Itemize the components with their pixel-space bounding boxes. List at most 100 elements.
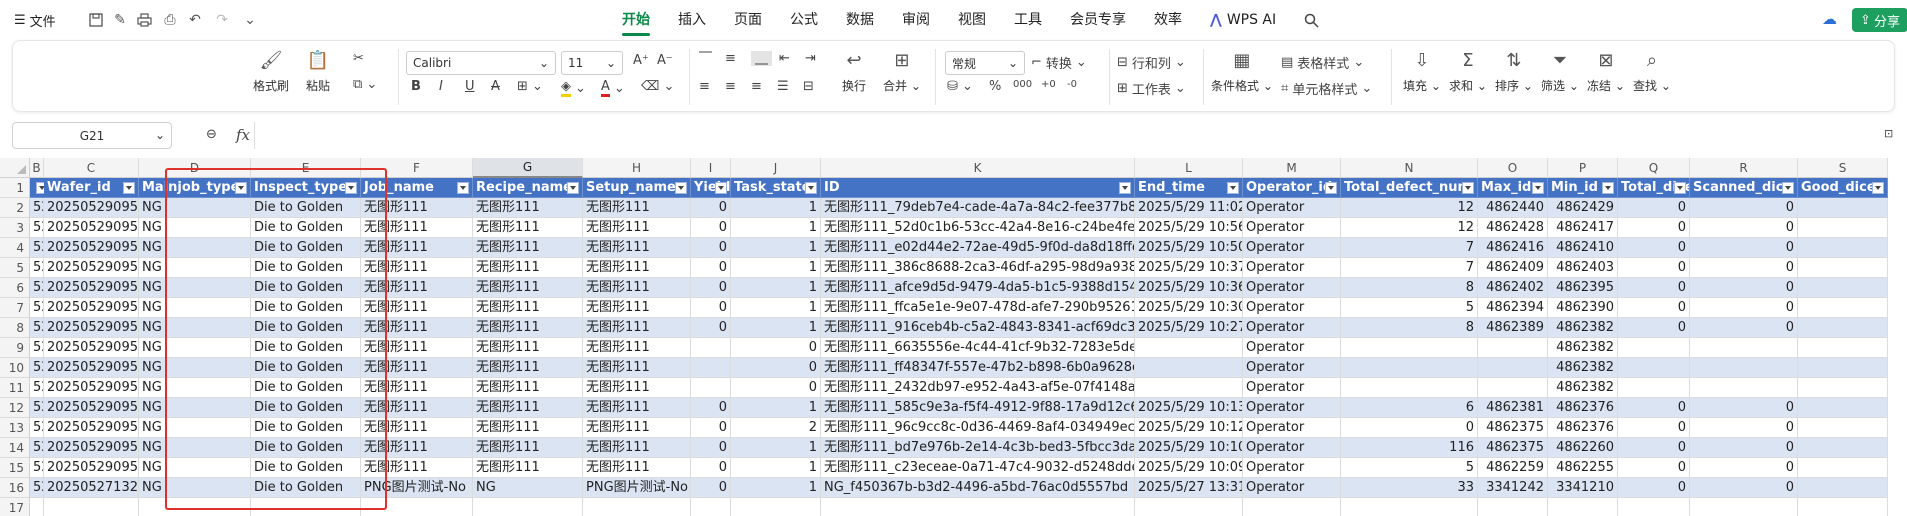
table-cell[interactable]: 529: [30, 418, 44, 438]
table-cell[interactable]: NG: [139, 238, 251, 258]
table-cell[interactable]: 202505290958_c1: [44, 218, 139, 238]
filter-dropdown-icon[interactable]: [1602, 182, 1614, 194]
table-cell[interactable]: 无图形111_afce9d5d-9479-4da5-b1c5-9388d1544…: [821, 278, 1135, 298]
table-cell[interactable]: 4862429: [1548, 198, 1618, 218]
table-cell[interactable]: 无图形111: [361, 198, 473, 218]
table-cell[interactable]: [1135, 378, 1243, 398]
table-cell[interactable]: 无图形111: [583, 418, 691, 438]
table-cell[interactable]: 无图形111: [473, 378, 583, 398]
table-cell[interactable]: [691, 358, 731, 378]
column-header-f[interactable]: F: [361, 158, 473, 178]
table-cell[interactable]: 529: [30, 358, 44, 378]
column-title-cell[interactable]: Task_state: [731, 178, 821, 198]
percent-icon[interactable]: %: [989, 79, 1001, 94]
column-header-j[interactable]: J: [731, 158, 821, 178]
table-cell[interactable]: [1478, 498, 1548, 516]
table-cell[interactable]: 无图形111: [473, 278, 583, 298]
column-title-cell[interactable]: Setup_name: [583, 178, 691, 198]
print-preview-icon[interactable]: ⎙: [160, 10, 180, 30]
column-title-cell[interactable]: Operator_id: [1243, 178, 1341, 198]
increase-font-icon[interactable]: A⁺: [633, 53, 649, 68]
tab-view[interactable]: 视图: [944, 0, 1000, 40]
column-header-e[interactable]: E: [251, 158, 361, 178]
indent-decrease-icon[interactable]: ⇤: [779, 51, 790, 66]
table-cell[interactable]: Operator: [1243, 238, 1341, 258]
table-cell[interactable]: Operator: [1243, 298, 1341, 318]
table-cell[interactable]: 2025/5/29 10:30: [1135, 298, 1243, 318]
table-cell[interactable]: 202505290958_c1: [44, 418, 139, 438]
table-cell[interactable]: 无图形111: [583, 378, 691, 398]
table-cell[interactable]: 527: [30, 478, 44, 498]
table-cell[interactable]: 无图形111: [361, 258, 473, 278]
undo-icon[interactable]: ↶: [185, 10, 205, 30]
table-cell[interactable]: PNG图片测试-No: [583, 478, 691, 498]
table-cell[interactable]: Operator: [1243, 458, 1341, 478]
redo-icon[interactable]: ↷: [212, 10, 232, 30]
table-cell[interactable]: 0: [1690, 478, 1798, 498]
decrease-font-icon[interactable]: A⁻: [657, 53, 673, 68]
table-cell[interactable]: [1341, 358, 1478, 378]
table-cell[interactable]: 7: [1341, 238, 1478, 258]
table-cell[interactable]: NG: [139, 478, 251, 498]
table-cell[interactable]: NG: [139, 318, 251, 338]
table-cell[interactable]: Operator: [1243, 398, 1341, 418]
table-cell[interactable]: 0: [731, 378, 821, 398]
table-cell[interactable]: 无图形111: [473, 238, 583, 258]
table-cell[interactable]: [1478, 378, 1548, 398]
table-cell[interactable]: [1618, 338, 1690, 358]
table-cell[interactable]: [1798, 398, 1888, 418]
table-cell[interactable]: 1: [731, 298, 821, 318]
filter-dropdown-icon[interactable]: [345, 182, 357, 194]
merge-button[interactable]: ⊞ 合并 ⌄: [883, 47, 921, 94]
table-cell[interactable]: 0: [691, 438, 731, 458]
cloud-upload-icon[interactable]: ☁: [1822, 10, 1837, 28]
filter-dropdown-icon[interactable]: [1782, 182, 1794, 194]
row-header[interactable]: 17: [0, 498, 30, 516]
table-cell[interactable]: 2025/5/29 10:50: [1135, 238, 1243, 258]
table-cell[interactable]: 202505290958_c1: [44, 398, 139, 418]
table-cell[interactable]: Operator: [1243, 478, 1341, 498]
increase-decimal-icon[interactable]: +0: [1041, 79, 1056, 90]
table-cell[interactable]: 无图形111: [473, 338, 583, 358]
table-cell[interactable]: [1798, 438, 1888, 458]
table-cell[interactable]: [1548, 498, 1618, 516]
table-cell[interactable]: Operator: [1243, 198, 1341, 218]
file-menu[interactable]: ☰ 文件: [14, 11, 56, 30]
table-cell[interactable]: 202505290958_c1: [44, 358, 139, 378]
align-right-icon[interactable]: ≡: [751, 79, 762, 94]
table-cell[interactable]: 3341210: [1548, 478, 1618, 498]
table-cell[interactable]: 33: [1341, 478, 1478, 498]
paste-button[interactable]: 📋 粘贴: [305, 47, 331, 94]
table-cell[interactable]: Operator: [1243, 278, 1341, 298]
table-cell[interactable]: 无图形111_386c8688-2ca3-46df-a295-98d9a9383…: [821, 258, 1135, 278]
table-cell[interactable]: NG: [139, 338, 251, 358]
table-cell[interactable]: 无图形111: [583, 338, 691, 358]
table-cell[interactable]: 无图形111: [361, 398, 473, 418]
column-title-cell[interactable]: Max_id: [1478, 178, 1548, 198]
column-title-cell[interactable]: ID: [821, 178, 1135, 198]
column-header-h[interactable]: H: [583, 158, 691, 178]
table-cell[interactable]: [1690, 358, 1798, 378]
table-cell[interactable]: [1798, 418, 1888, 438]
table-cell[interactable]: NG: [139, 438, 251, 458]
table-cell[interactable]: 1: [731, 478, 821, 498]
column-title-cell[interactable]: Wafer_id: [44, 178, 139, 198]
table-cell[interactable]: 无图形111_916ceb4b-c5a2-4843-8341-acf69dc31…: [821, 318, 1135, 338]
table-cell[interactable]: Die to Golden: [251, 398, 361, 418]
table-cell[interactable]: 4862375: [1478, 438, 1548, 458]
tab-wps-ai[interactable]: ⋀ WPS AI: [1196, 0, 1290, 40]
table-cell[interactable]: 529: [30, 398, 44, 418]
table-cell[interactable]: [473, 498, 583, 516]
table-cell[interactable]: 4862410: [1548, 238, 1618, 258]
table-cell[interactable]: 4862376: [1548, 398, 1618, 418]
table-style-button[interactable]: ▤ 表格样式 ⌄: [1281, 53, 1364, 72]
table-cell[interactable]: [1798, 278, 1888, 298]
border-icon[interactable]: ⊞ ⌄: [517, 79, 543, 94]
table-cell[interactable]: 0: [1690, 318, 1798, 338]
table-cell[interactable]: 4862259: [1478, 458, 1548, 478]
table-cell[interactable]: 0: [691, 478, 731, 498]
table-cell[interactable]: Die to Golden: [251, 378, 361, 398]
bold-icon[interactable]: B: [411, 79, 421, 94]
table-cell[interactable]: [1798, 458, 1888, 478]
table-cell[interactable]: 6: [1341, 398, 1478, 418]
